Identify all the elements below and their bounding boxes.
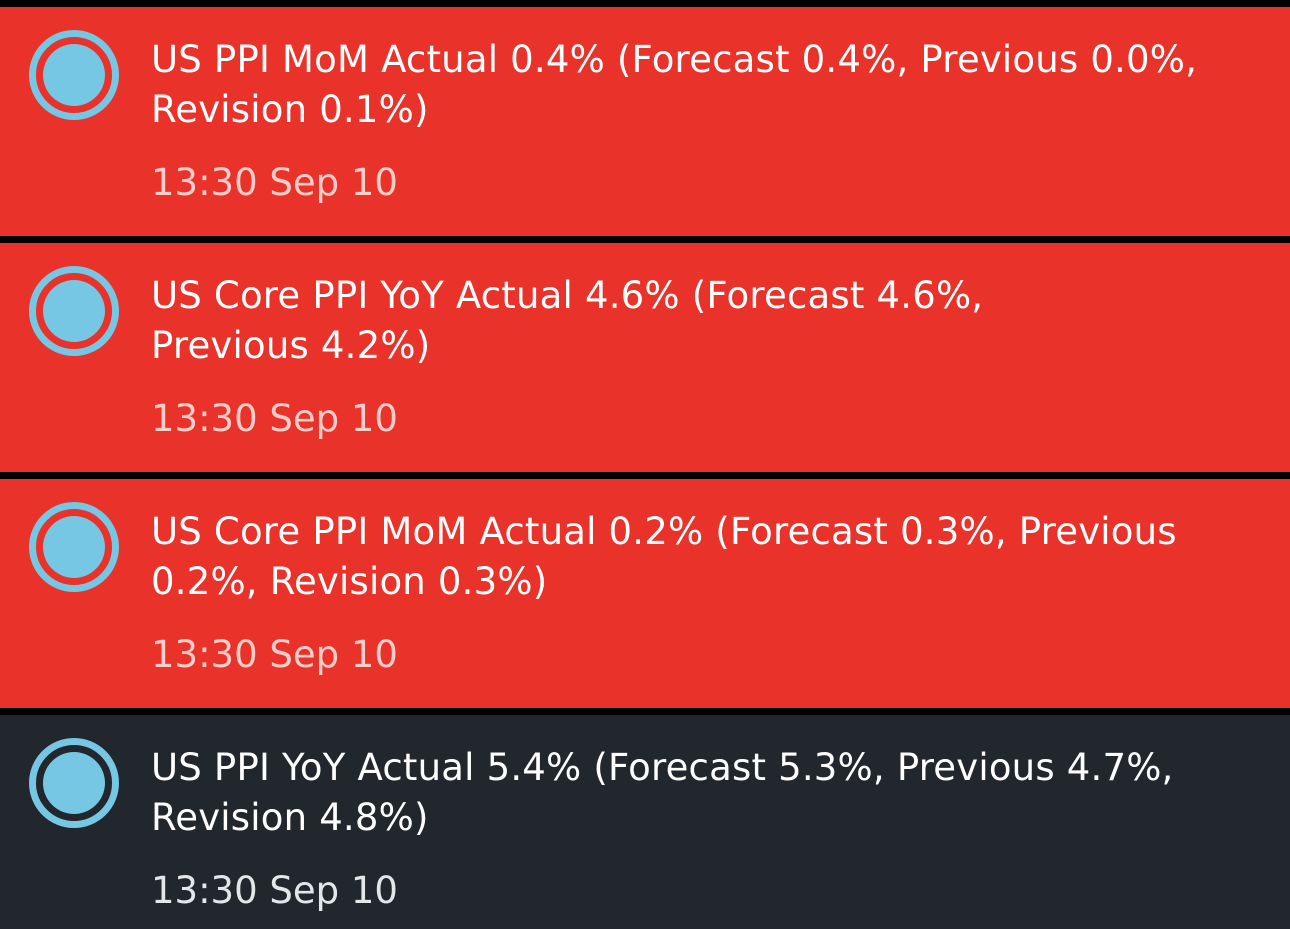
news-item[interactable]: US PPI YoY Actual 5.4% (Forecast 5.3%, P… [0,715,1290,929]
news-feed: US PPI MoM Actual 0.4% (Forecast 0.4%, P… [0,0,1290,929]
news-item[interactable]: US Core PPI YoY Actual 4.6% (Forecast 4.… [0,243,1290,472]
target-circle-icon [29,266,119,356]
news-headline: US PPI YoY Actual 5.4% (Forecast 5.3%, P… [151,746,1174,839]
news-item[interactable]: US Core PPI MoM Actual 0.2% (Forecast 0.… [0,479,1290,708]
target-circle-icon [29,738,119,828]
target-circle-icon [29,30,119,120]
news-headline: US PPI MoM Actual 0.4% (Forecast 0.4%, P… [151,38,1198,131]
news-headline: US Core PPI YoY Actual 4.6% (Forecast 4.… [151,274,984,367]
news-timestamp: 13:30 Sep 10 [151,397,398,440]
news-item[interactable]: US PPI MoM Actual 0.4% (Forecast 0.4%, P… [0,7,1290,236]
news-headline: US Core PPI MoM Actual 0.2% (Forecast 0.… [151,510,1177,603]
news-timestamp: 13:30 Sep 10 [151,633,398,676]
news-timestamp: 13:30 Sep 10 [151,161,398,204]
news-timestamp: 13:30 Sep 10 [151,869,398,912]
target-circle-icon [29,502,119,592]
